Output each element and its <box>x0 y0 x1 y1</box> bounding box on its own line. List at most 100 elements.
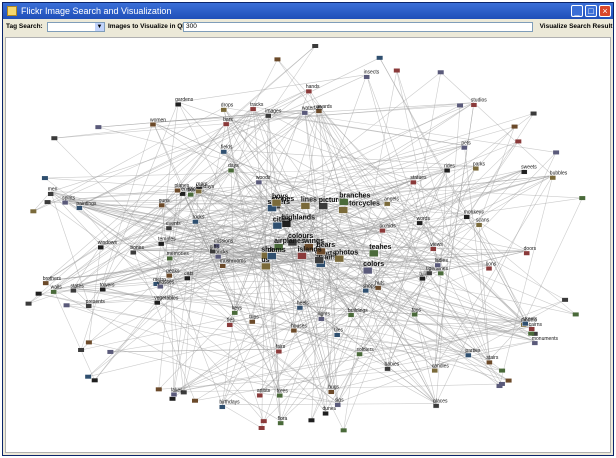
image-thumbnail[interactable] <box>562 297 569 302</box>
tag-node[interactable]: buildings <box>347 308 368 318</box>
image-thumbnail[interactable] <box>376 55 383 60</box>
tag-node[interactable]: sigs <box>334 398 344 408</box>
image-thumbnail[interactable] <box>339 198 349 206</box>
tag-node[interactable]: statues <box>410 175 427 185</box>
tag-node[interactable]: flora <box>277 416 288 426</box>
tag-node[interactable]: cairns <box>528 322 543 332</box>
image-thumbnail[interactable] <box>85 340 92 345</box>
image-thumbnail[interactable] <box>340 428 347 433</box>
image-thumbnail[interactable] <box>579 196 586 201</box>
graph-canvas[interactable]: boneshutsmetromodelsflowersartistshighla… <box>5 37 611 453</box>
tag-node[interactable]: drops <box>220 103 234 113</box>
tag-node[interactable]: memories <box>166 251 189 261</box>
image-thumbnail[interactable] <box>362 266 373 275</box>
tag-node[interactable]: huts <box>374 281 385 291</box>
chevron-down-icon[interactable]: ▼ <box>95 23 104 31</box>
image-thumbnail[interactable] <box>51 136 58 141</box>
tag-node[interactable]: keys <box>231 306 243 316</box>
image-thumbnail[interactable] <box>300 202 311 210</box>
image-thumbnail[interactable] <box>314 256 324 264</box>
image-thumbnail[interactable] <box>274 57 281 62</box>
tag-node[interactable]: sweets <box>520 165 537 175</box>
tag-node[interactable]: gardens <box>174 97 194 107</box>
image-thumbnail[interactable] <box>258 425 265 430</box>
tag-node[interactable]: pets <box>461 140 471 151</box>
image-thumbnail[interactable] <box>393 68 400 73</box>
tag-search-combo[interactable]: ▼ <box>47 22 105 32</box>
image-thumbnail[interactable] <box>572 312 579 317</box>
image-thumbnail[interactable] <box>35 291 42 296</box>
image-thumbnail[interactable] <box>318 202 328 210</box>
image-thumbnail[interactable] <box>271 199 282 207</box>
tag-node[interactable]: lines <box>300 197 317 210</box>
tag-node[interactable]: trips <box>249 315 259 325</box>
tag-node[interactable]: monuments <box>531 336 559 346</box>
image-thumbnail[interactable] <box>505 378 512 383</box>
image-thumbnail[interactable] <box>63 303 70 308</box>
tag-node[interactable]: views <box>430 242 443 252</box>
maximize-button[interactable]: □ <box>585 5 597 17</box>
tag-node[interactable]: dams <box>267 247 286 260</box>
image-thumbnail[interactable] <box>338 206 348 214</box>
tag-node[interactable]: lights <box>318 312 331 322</box>
visualize-button[interactable]: Visualize Search Result <box>539 21 613 33</box>
image-thumbnail[interactable] <box>530 111 537 116</box>
image-thumbnail[interactable] <box>312 44 319 48</box>
image-thumbnail[interactable] <box>85 374 92 379</box>
image-thumbnail[interactable] <box>457 103 464 108</box>
tag-node[interactable]: studios <box>470 98 487 108</box>
tag-node[interactable]: hands <box>305 84 320 94</box>
qbe-count-field[interactable]: 300 <box>183 22 533 32</box>
tag-node[interactable]: shops <box>362 283 377 294</box>
image-thumbnail[interactable] <box>437 70 444 75</box>
tag-node[interactable]: heels <box>296 301 309 311</box>
image-thumbnail[interactable] <box>95 125 102 130</box>
tag-node[interactable]: bubbles <box>549 171 568 181</box>
tag-node[interactable]: woods <box>255 175 271 185</box>
image-thumbnail[interactable] <box>155 387 162 392</box>
minimize-button[interactable]: _ <box>571 5 583 17</box>
tag-node[interactable]: birthdays <box>219 400 240 410</box>
image-thumbnail[interactable] <box>369 249 379 257</box>
close-button[interactable]: × <box>599 5 611 17</box>
image-thumbnail[interactable] <box>499 368 506 373</box>
image-thumbnail[interactable] <box>91 378 98 383</box>
tag-node[interactable]: women <box>149 117 166 127</box>
tag-node[interactable]: lakes <box>170 387 183 397</box>
graph-nodes[interactable]: boneshutsmetromodelsflowersartistshighla… <box>25 44 586 433</box>
image-thumbnail[interactable] <box>511 124 518 129</box>
image-thumbnail[interactable] <box>44 200 51 205</box>
tag-node[interactable]: soldiers <box>356 347 375 357</box>
image-thumbnail[interactable] <box>191 398 198 403</box>
image-thumbnail[interactable] <box>78 347 85 352</box>
tag-node[interactable]: candles <box>431 363 450 374</box>
tag-node[interactable]: places <box>432 399 448 409</box>
tag-node[interactable]: angels <box>383 197 399 207</box>
image-thumbnail[interactable] <box>30 209 37 214</box>
tag-node[interactable]: artists <box>256 388 271 398</box>
image-thumbnail[interactable] <box>267 252 277 260</box>
image-thumbnail[interactable] <box>261 262 271 270</box>
image-thumbnail[interactable] <box>498 381 505 386</box>
tag-node[interactable]: words <box>416 216 431 226</box>
tag-node[interactable]: rides <box>443 163 455 173</box>
image-thumbnail[interactable] <box>308 418 315 423</box>
image-thumbnail[interactable] <box>25 301 32 306</box>
image-thumbnail[interactable] <box>272 222 283 230</box>
tag-node[interactable]: doors <box>523 246 537 256</box>
tag-node[interactable]: bones <box>130 245 144 255</box>
tag-node[interactable]: insects <box>363 70 380 80</box>
image-thumbnail[interactable] <box>515 139 522 144</box>
image-thumbnail[interactable] <box>169 396 176 401</box>
tag-node[interactable]: tags <box>411 307 422 317</box>
image-thumbnail[interactable] <box>553 150 560 155</box>
image-thumbnail[interactable] <box>41 176 48 181</box>
tag-node[interactable]: scans <box>475 218 490 228</box>
image-thumbnail[interactable] <box>107 349 114 354</box>
image-thumbnail[interactable] <box>260 419 267 424</box>
tag-node[interactable]: parks <box>472 161 486 172</box>
tag-node[interactable]: dunes <box>322 406 337 416</box>
tag-network-graph[interactable]: boneshutsmetromodelsflowersartistshighla… <box>6 38 610 452</box>
tag-node[interactable]: guns <box>158 198 170 208</box>
tag-node[interactable]: fields <box>220 145 233 155</box>
